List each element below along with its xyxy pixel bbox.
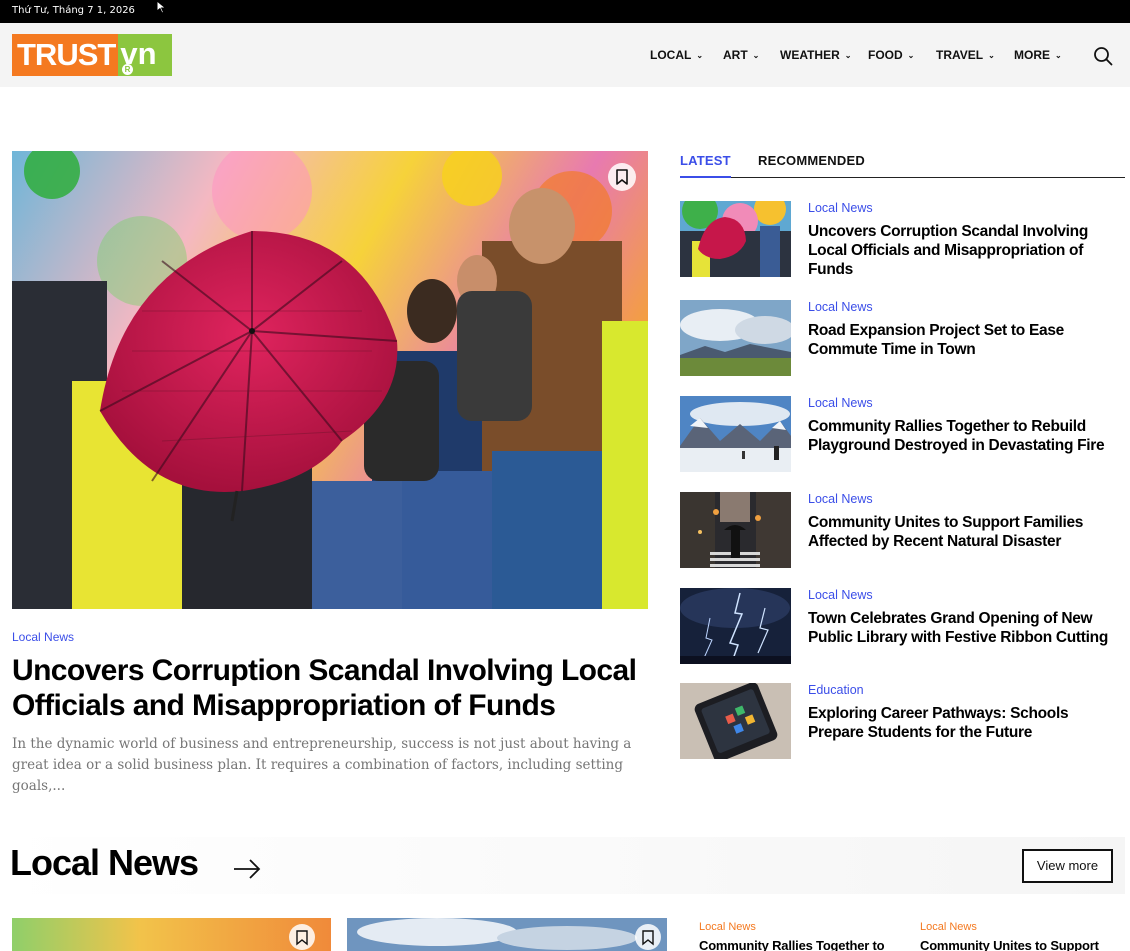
nav-item-food[interactable]: FOOD ⌄ [868,48,914,62]
hero-title[interactable]: Uncovers Corruption Scandal Involving Lo… [12,653,652,723]
search-icon[interactable] [1092,45,1114,67]
list-item[interactable]: Local News Uncovers Corruption Scandal I… [680,201,1125,279]
card-image-illustration [347,918,667,951]
article-thumbnail[interactable] [680,683,791,759]
article-thumbnail-image [680,588,791,664]
article-thumbnail[interactable] [680,492,791,568]
nav-item-local[interactable]: LOCAL ⌄ [650,48,703,62]
hero-category[interactable]: Local News [12,630,74,644]
registered-mark: R [122,64,133,75]
current-date: Thứ Tư, Tháng 7 1, 2026 [12,5,135,16]
mini-article-category[interactable]: Local News [920,921,977,933]
view-more-button[interactable]: View more [1022,849,1113,883]
list-item[interactable]: Local News Community Rallies Together to… [680,396,1125,472]
top-bar: Thứ Tư, Tháng 7 1, 2026 [0,0,1130,23]
article-thumbnail-image [680,396,791,472]
chevron-down-icon: ⌄ [1055,51,1062,60]
article-title[interactable]: Town Celebrates Grand Opening of New Pub… [808,609,1123,647]
list-item[interactable]: Local News Community Unites to Support F… [680,492,1125,568]
card-image[interactable] [347,918,667,951]
article-thumbnail-image [680,300,791,376]
article-title[interactable]: Community Unites to Support Families Aff… [808,513,1123,551]
mini-article-title[interactable]: Community Unites to Support [920,938,1099,951]
list-item[interactable]: Local News Road Expansion Project Set to… [680,300,1125,376]
article-title[interactable]: Uncovers Corruption Scandal Involving Lo… [808,222,1123,279]
nav-item-travel[interactable]: TRAVEL ⌄ [936,48,995,62]
logo-text-left: TRUST [12,34,119,76]
article-thumbnail[interactable] [680,300,791,376]
list-item[interactable]: Education Exploring Career Pathways: Sch… [680,683,1125,759]
chevron-down-icon: ⌄ [907,51,915,60]
tab-latest[interactable]: LATEST [680,153,731,178]
article-category[interactable]: Local News [808,588,873,602]
nav-item-art[interactable]: ART ⌄ [723,48,759,62]
site-logo[interactable]: TRUST vn R [12,34,172,76]
list-item[interactable]: Local News Town Celebrates Grand Opening… [680,588,1125,664]
article-thumbnail[interactable] [680,201,791,277]
mini-article-category[interactable]: Local News [699,921,756,933]
article-title[interactable]: Exploring Career Pathways: Schools Prepa… [808,704,1123,742]
mini-article-title[interactable]: Community Rallies Together to [699,938,885,951]
site-header: TRUST vn R LOCAL ⌄ ART ⌄ WEATHER ⌄ FOOD ⌄ TR… [0,23,1130,87]
card-image[interactable] [12,918,331,951]
hero-image[interactable] [12,151,648,609]
card-image-illustration [12,918,331,951]
article-category[interactable]: Local News [808,201,873,215]
chevron-down-icon: ⌄ [752,51,760,60]
article-category[interactable]: Local News [808,396,873,410]
article-thumbnail[interactable] [680,396,791,472]
hero-image-illustration [12,151,648,609]
section-title[interactable]: Local News [10,842,199,884]
article-thumbnail-image [680,492,791,568]
chevron-down-icon: ⌄ [988,51,995,60]
article-thumbnail-image [680,201,791,277]
article-thumbnail-image [680,683,791,759]
nav-item-weather[interactable]: WEATHER ⌄ [780,48,851,62]
hero-excerpt: In the dynamic world of business and ent… [12,736,632,794]
bookmark-icon [616,169,628,185]
article-title[interactable]: Community Rallies Together to Rebuild Pl… [808,417,1123,455]
tab-recommended[interactable]: RECOMMENDED [758,153,865,168]
article-thumbnail[interactable] [680,588,791,664]
article-category[interactable]: Education [808,683,864,697]
chevron-down-icon: ⌄ [844,51,852,60]
nav-item-more[interactable]: MORE ⌄ [1014,48,1062,62]
article-category[interactable]: Local News [808,492,873,506]
bookmark-button[interactable] [608,163,636,191]
article-title[interactable]: Road Expansion Project Set to Ease Commu… [808,321,1123,359]
mouse-cursor-icon [156,0,167,14]
arrow-right-icon[interactable] [232,856,262,882]
article-tabs: LATEST RECOMMENDED [680,151,1125,178]
article-category[interactable]: Local News [808,300,873,314]
chevron-down-icon: ⌄ [696,51,704,60]
